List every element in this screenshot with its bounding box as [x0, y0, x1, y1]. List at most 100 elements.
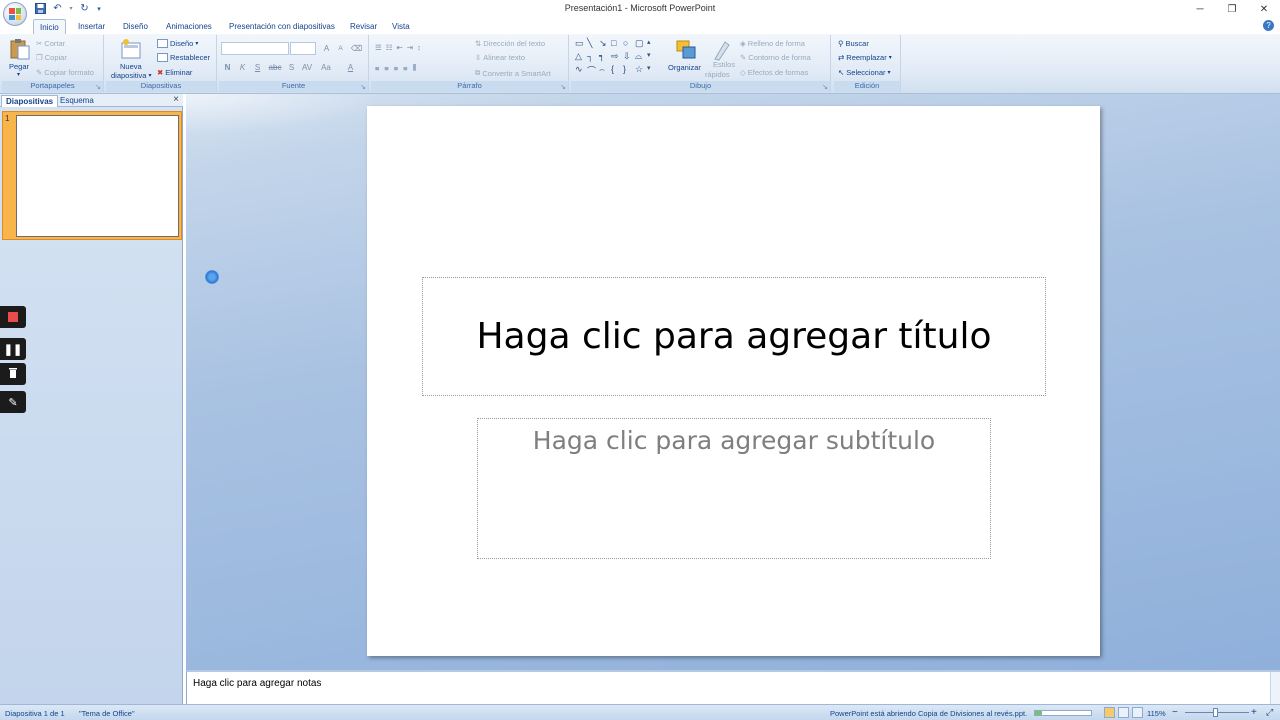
right-brace-icon[interactable]: }	[623, 64, 634, 78]
shape-effects-button[interactable]: ◇ Efectos de formas	[740, 68, 808, 77]
tab-esquema[interactable]: Esquema	[56, 95, 98, 107]
shape-outline-button[interactable]: ✎ Contorno de forma	[740, 53, 811, 62]
shrink-font-button[interactable]: A	[334, 43, 347, 55]
fit-window-icon[interactable]: ⤢	[1266, 707, 1273, 718]
shape-fill-button[interactable]: ◈ Relleno de forma	[740, 39, 805, 48]
grow-font-button[interactable]: A	[320, 43, 333, 55]
slideshow-view-button[interactable]	[1132, 707, 1143, 718]
line-spacing-icon[interactable]: ↕	[417, 43, 421, 52]
slide-thumbnail[interactable]	[16, 115, 179, 237]
arrange-button[interactable]: Organizar	[668, 63, 701, 72]
sorter-view-button[interactable]	[1118, 707, 1129, 718]
clear-format-icon[interactable]: ⌫	[350, 43, 363, 55]
copy-button[interactable]: ❐ Copiar	[36, 53, 67, 62]
new-slide-line1[interactable]: Nueva	[120, 62, 142, 71]
find-button[interactable]: ⚲ Buscar	[838, 39, 869, 48]
minimize-icon[interactable]: ─	[1184, 0, 1216, 18]
replace-button[interactable]: ⇄ Reemplazar ▾	[838, 53, 892, 62]
expand-shapes-icon[interactable]: ▾	[647, 64, 658, 78]
char-spacing-button[interactable]: AV	[299, 62, 315, 74]
zoom-level[interactable]: 115%	[1147, 709, 1166, 718]
quick-styles-line2[interactable]: rápidos	[705, 70, 730, 79]
notes-pane[interactable]: Haga clic para agregar notas	[186, 670, 1280, 704]
office-button[interactable]	[3, 2, 27, 26]
more-shapes-icon[interactable]: ▴	[647, 38, 658, 50]
notes-placeholder[interactable]: Haga clic para agregar notas	[193, 678, 321, 689]
select-button[interactable]: ↖ Seleccionar ▾	[838, 68, 891, 77]
freeform-icon[interactable]: ∿	[575, 64, 586, 78]
annotate-button[interactable]: ✎	[0, 391, 26, 413]
triangle-icon[interactable]: △	[575, 51, 586, 63]
elbow-arrow-icon[interactable]: ┑	[599, 51, 610, 63]
close-window-icon[interactable]: ✕	[1248, 0, 1280, 18]
change-case-button[interactable]: Aa	[318, 62, 334, 74]
tab-revisar[interactable]: Revisar	[344, 19, 383, 34]
quick-styles-line1[interactable]: Estilos	[713, 60, 735, 69]
customize-qat-icon[interactable]: ▾	[95, 2, 103, 15]
italic-button[interactable]: K	[236, 62, 249, 74]
cut-button[interactable]: ✂ Cortar	[36, 39, 65, 48]
scroll-shapes-icon[interactable]: ▾	[647, 51, 658, 63]
align-text-button[interactable]: ⇳ Alinear texto	[475, 53, 525, 62]
align-left-icon[interactable]: ≡	[375, 64, 379, 73]
elbow-icon[interactable]: ┐	[587, 51, 598, 63]
tab-vista[interactable]: Vista	[386, 19, 416, 34]
shadow-button[interactable]: S	[285, 62, 298, 74]
oval-icon[interactable]: ○	[623, 38, 634, 50]
portapapeles-launcher-icon[interactable]: ↘	[95, 83, 101, 91]
text-direction-button[interactable]: ⇅ Dirección del texto	[475, 39, 545, 48]
zoom-slider-knob[interactable]	[1213, 708, 1218, 717]
discard-button[interactable]	[0, 363, 26, 385]
restore-icon[interactable]: ❐	[1216, 0, 1248, 18]
normal-view-button[interactable]	[1104, 707, 1115, 718]
underline-button[interactable]: S	[251, 62, 264, 74]
strikethrough-button[interactable]: abc	[267, 62, 283, 74]
help-icon[interactable]: ?	[1263, 20, 1274, 31]
align-right-icon[interactable]: ≡	[394, 64, 398, 73]
arrow-line-icon[interactable]: ↘	[599, 38, 610, 50]
tab-presentacion[interactable]: Presentación con diapositivas	[223, 19, 341, 34]
bullets-icon[interactable]: ☰	[375, 43, 382, 52]
undo-dropdown-icon[interactable]: ▾	[68, 2, 74, 15]
slide-canvas[interactable]: Haga clic para agregar título Haga clic …	[367, 106, 1100, 656]
callout-icon[interactable]: ⌓	[635, 51, 646, 63]
justify-icon[interactable]: ≡	[403, 64, 407, 73]
title-placeholder[interactable]: Haga clic para agregar título	[422, 277, 1046, 396]
new-slide-line2[interactable]: diapositiva ▾	[111, 71, 151, 80]
left-brace-icon[interactable]: {	[611, 64, 622, 78]
delete-slide-button[interactable]: ✖ Eliminar	[157, 68, 192, 77]
font-size-field[interactable]	[290, 42, 316, 55]
notes-scrollbar[interactable]	[1270, 672, 1280, 704]
line-icon[interactable]: ╲	[587, 38, 598, 50]
decrease-indent-icon[interactable]: ⇤	[396, 43, 402, 52]
align-center-icon[interactable]: ≡	[384, 64, 388, 73]
format-painter-button[interactable]: ✎ Copiar formato	[36, 68, 94, 77]
zoom-in-icon[interactable]: +	[1251, 707, 1257, 718]
pause-button[interactable]: ❚❚	[0, 338, 26, 360]
tab-diseno[interactable]: Diseño	[117, 19, 154, 34]
zoom-out-icon[interactable]: −	[1172, 707, 1178, 718]
font-color-button[interactable]: A	[344, 62, 357, 74]
curve-icon[interactable]: ⌒	[587, 64, 598, 78]
rectangle-icon[interactable]: □	[611, 38, 622, 50]
tab-insertar[interactable]: Insertar	[72, 19, 111, 34]
numbering-icon[interactable]: ☷	[386, 43, 393, 52]
undo-icon[interactable]: ↶	[51, 2, 64, 15]
down-arrow-icon[interactable]: ⇩	[623, 51, 634, 63]
save-icon[interactable]	[34, 2, 47, 15]
textbox-icon[interactable]: ▭	[575, 38, 586, 50]
rounded-rect-icon[interactable]: ▢	[635, 38, 646, 50]
tab-animaciones[interactable]: Animaciones	[160, 19, 218, 34]
layout-button[interactable]: Diseño ▾	[157, 39, 198, 48]
increase-indent-icon[interactable]: ⇥	[407, 43, 413, 52]
right-arrow-icon[interactable]: ⇨	[611, 51, 622, 63]
dibujo-launcher-icon[interactable]: ↘	[822, 83, 828, 91]
tab-inicio[interactable]: Inicio	[33, 19, 66, 34]
reset-button[interactable]: Restablecer	[157, 53, 210, 62]
arc-icon[interactable]: ⌢	[599, 64, 610, 78]
smartart-button[interactable]: ⧉ Convertir a SmartArt	[475, 68, 551, 78]
paste-dropdown-icon[interactable]: ▾	[17, 71, 20, 78]
paste-button[interactable]: Pegar	[9, 62, 29, 71]
parrafo-launcher-icon[interactable]: ↘	[560, 83, 566, 91]
font-name-field[interactable]	[221, 42, 289, 55]
